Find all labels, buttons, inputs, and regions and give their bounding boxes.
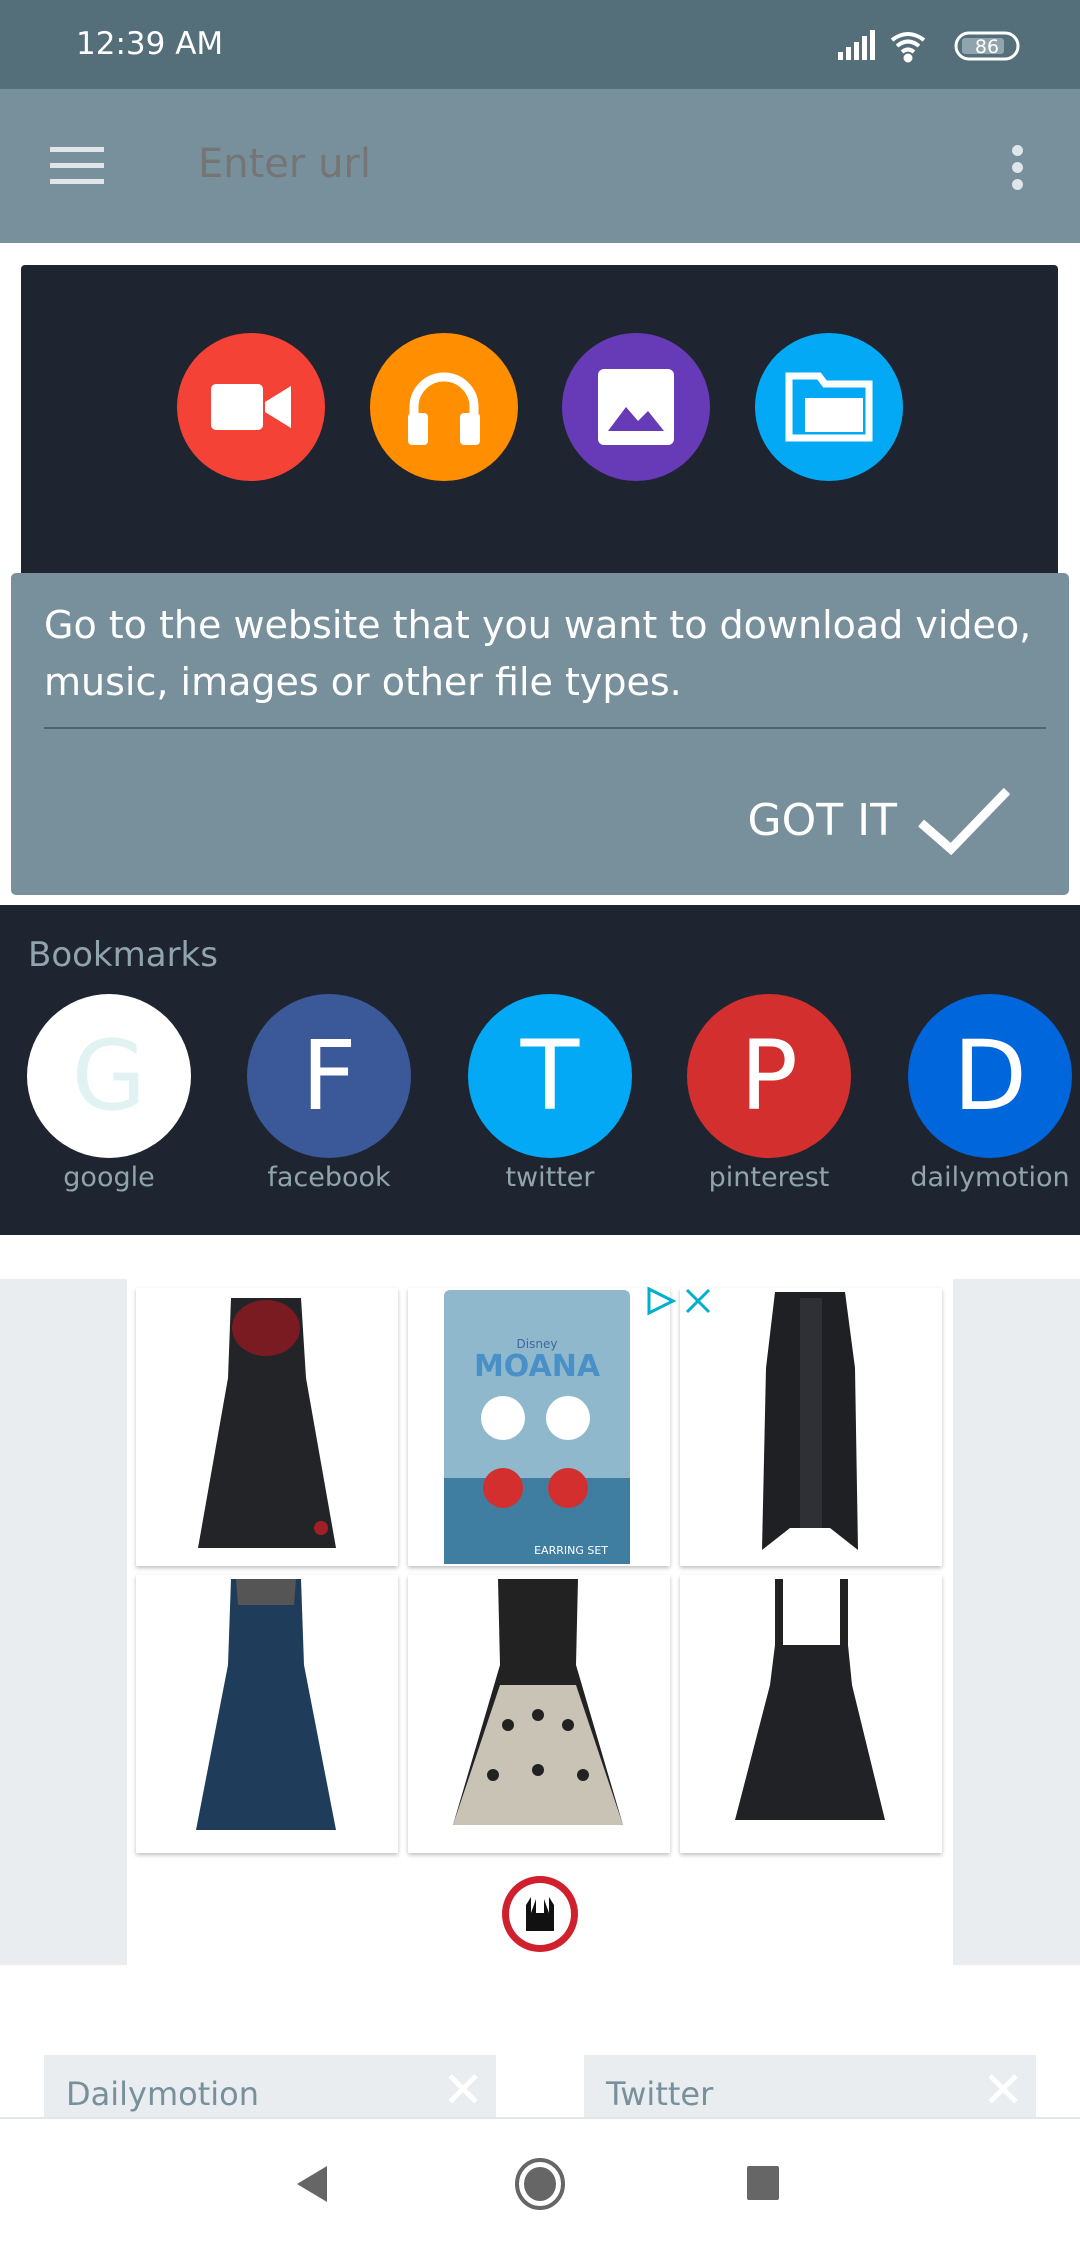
- more-options-icon[interactable]: [1012, 145, 1024, 196]
- advertiser-logo[interactable]: [501, 1875, 579, 1957]
- folder-icon: [785, 372, 873, 442]
- svg-text:MOANA: MOANA: [474, 1349, 601, 1384]
- bookmark-icon: P: [687, 994, 851, 1158]
- toolbar: [0, 89, 1080, 243]
- ad-banner[interactable]: Disney MOANA EARRING SET: [0, 1279, 1080, 1965]
- close-tab-icon[interactable]: ✕: [442, 2061, 484, 2117]
- navigation-bar: [0, 2117, 1080, 2246]
- video-button[interactable]: [177, 333, 325, 481]
- checkmark-icon: [918, 787, 1011, 855]
- images-button[interactable]: [562, 333, 710, 481]
- tab-title: Twitter: [606, 2075, 714, 2113]
- product-tile[interactable]: [680, 1288, 942, 1566]
- bookmark-facebook[interactable]: Ffacebook: [247, 994, 411, 1193]
- bookmark-icon: T: [468, 994, 632, 1158]
- bookmark-icon: G: [27, 994, 191, 1158]
- product-tile[interactable]: [136, 1575, 398, 1853]
- url-input[interactable]: [198, 141, 898, 187]
- product-tile[interactable]: [408, 1575, 670, 1853]
- close-ad-icon[interactable]: [683, 1286, 713, 1320]
- bookmarks-title: Bookmarks: [28, 935, 218, 975]
- ad-content[interactable]: Disney MOANA EARRING SET: [127, 1279, 953, 1965]
- bookmark-pinterest[interactable]: Ppinterest: [687, 994, 851, 1193]
- tooltip: Go to the website that you want to downl…: [11, 573, 1069, 895]
- video-camera-icon: [211, 384, 291, 430]
- bookmark-icon: F: [247, 994, 411, 1158]
- recents-icon[interactable]: [747, 2166, 779, 2200]
- bookmark-label: dailymotion: [910, 1162, 1070, 1193]
- bookmark-label: facebook: [267, 1162, 391, 1193]
- got-it-button[interactable]: GOT IT: [748, 785, 1011, 855]
- battery-level: 86: [975, 36, 999, 58]
- bookmark-google[interactable]: Ggoogle: [27, 994, 191, 1193]
- svg-text:EARRING SET: EARRING SET: [534, 1544, 608, 1557]
- menu-icon[interactable]: [50, 147, 104, 185]
- tab-dailymotion[interactable]: Dailymotion ✕: [44, 2055, 496, 2117]
- bookmark-label: twitter: [505, 1162, 595, 1193]
- close-tab-icon[interactable]: ✕: [982, 2061, 1024, 2117]
- music-button[interactable]: [370, 333, 518, 481]
- product-tile[interactable]: Disney MOANA EARRING SET: [408, 1288, 670, 1566]
- tab-title: Dailymotion: [66, 2075, 260, 2113]
- bookmark-label: google: [63, 1162, 155, 1193]
- signal-icon: [838, 30, 875, 60]
- bookmark-dailymotion[interactable]: Ddailymotion: [908, 994, 1072, 1193]
- bookmarks-section: Bookmarks Ggoogle Ffacebook Ttwitter Ppi…: [0, 905, 1080, 1235]
- product-tile[interactable]: [680, 1575, 942, 1853]
- clock: 12:39 AM: [76, 26, 224, 62]
- tab-twitter[interactable]: Twitter ✕: [584, 2055, 1036, 2117]
- got-it-label: GOT IT: [747, 794, 897, 846]
- status-bar: 12:39 AM 86: [0, 0, 1080, 89]
- files-button[interactable]: [755, 333, 903, 481]
- divider: [44, 727, 1046, 729]
- product-tile[interactable]: [136, 1288, 398, 1566]
- bookmark-twitter[interactable]: Ttwitter: [468, 994, 632, 1193]
- bookmark-label: pinterest: [708, 1162, 830, 1193]
- home-icon[interactable]: [514, 2157, 566, 2211]
- status-icons: 86: [838, 30, 1020, 63]
- tooltip-message: Go to the website that you want to downl…: [44, 603, 1032, 704]
- download-categories-card: [21, 265, 1058, 585]
- image-icon: [598, 369, 674, 445]
- wifi-icon: [890, 32, 926, 63]
- headphones-icon: [408, 372, 480, 445]
- adchoices-icon[interactable]: [645, 1286, 677, 1320]
- bookmark-icon: D: [908, 994, 1072, 1158]
- back-icon[interactable]: [295, 2164, 329, 2204]
